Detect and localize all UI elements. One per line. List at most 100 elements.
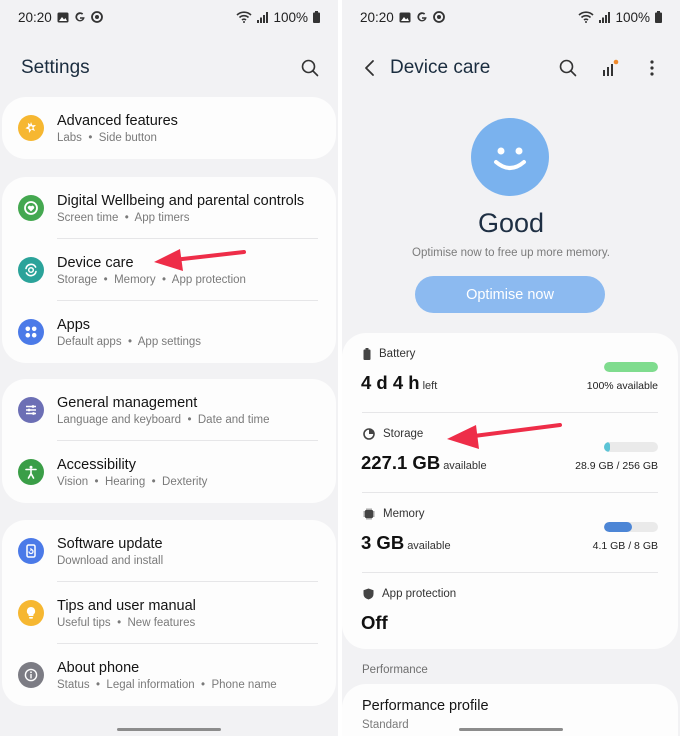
gallery-notification-icon — [399, 12, 411, 23]
app-protection-item[interactable]: App protection Off — [342, 573, 678, 653]
row-title: Apps — [57, 316, 91, 333]
wifi-icon — [236, 11, 253, 23]
memory-available: 3 GB — [361, 532, 405, 553]
signal-icon — [257, 11, 269, 23]
chart-bars-icon — [603, 59, 619, 76]
battery-percent: 100% — [615, 9, 650, 25]
row-subtitle: Storage • Memory • App protection — [57, 273, 246, 286]
smiley-status-icon — [471, 118, 549, 196]
settings-screen: 20:20 100% Settings Advanced features La… — [0, 0, 338, 736]
row-title: Device care — [57, 254, 134, 271]
row-title: Digital Wellbeing and parental controls — [57, 192, 305, 209]
memory-used-total: 4.1 GB / 8 GB — [592, 540, 658, 552]
info-icon — [18, 662, 44, 688]
storage-available: 227.1 GB — [361, 452, 441, 473]
gesture-bar[interactable] — [117, 728, 221, 731]
row-subtitle: Vision • Hearing • Dexterity — [57, 475, 208, 488]
memory-icon — [363, 508, 375, 520]
search-button[interactable] — [298, 56, 322, 80]
device-care-header: Device care — [342, 48, 680, 88]
settings-header: Settings — [0, 48, 338, 88]
storage-item[interactable]: Storage 227.1 GB available 28.9 GB / 256… — [342, 413, 678, 493]
google-notification-icon — [416, 11, 428, 23]
battery-icon — [363, 348, 371, 360]
battery-available: 100% available — [586, 380, 658, 392]
item-label: Storage — [383, 428, 424, 440]
gesture-bar[interactable] — [459, 728, 563, 731]
battery-percent: 100% — [273, 9, 308, 25]
settings-item-general-management[interactable]: General management Language and keyboard… — [2, 379, 336, 441]
status-bar: 20:20 100% — [342, 0, 680, 34]
more-options-button[interactable] — [640, 56, 664, 80]
settings-item-device-care[interactable]: Device care Storage • Memory • App prote… — [2, 239, 336, 301]
row-title: General management — [57, 394, 198, 411]
memory-progress-bar — [604, 522, 658, 532]
google-notification-icon — [74, 11, 86, 23]
row-title: Advanced features — [57, 112, 178, 129]
row-title: About phone — [57, 659, 140, 676]
battery-status-icon — [313, 11, 320, 23]
storage-progress-bar — [604, 442, 658, 452]
settings-item-accessibility[interactable]: Accessibility Vision • Hearing • Dexteri… — [2, 441, 336, 503]
optimise-now-button[interactable]: Optimise now — [415, 276, 605, 313]
search-button[interactable] — [556, 56, 580, 80]
diagnostics-button[interactable] — [598, 56, 622, 80]
status-time: 20:20 — [18, 9, 52, 25]
search-icon — [301, 59, 319, 77]
item-label: Memory — [383, 508, 425, 520]
section-label-performance: Performance — [362, 664, 428, 676]
row-subtitle: Standard — [362, 719, 409, 731]
row-subtitle: Status • Legal information • Phone name — [57, 678, 277, 691]
row-title: Software update — [57, 535, 163, 552]
storage-progress-fill — [604, 442, 611, 452]
more-vertical-icon — [650, 60, 654, 76]
bulb-icon — [18, 600, 44, 626]
row-title: Accessibility — [57, 456, 136, 473]
settings-item-apps[interactable]: Apps Default apps • App settings — [2, 301, 336, 363]
battery-remaining: 4 d 4 h — [361, 372, 420, 393]
settings-group-2: Digital Wellbeing and parental controls … — [2, 177, 336, 363]
row-subtitle: Default apps • App settings — [57, 335, 202, 348]
settings-item-tips[interactable]: Tips and user manual Useful tips • New f… — [2, 582, 336, 644]
settings-item-digital-wellbeing[interactable]: Digital Wellbeing and parental controls … — [2, 177, 336, 239]
storage-available-unit: available — [443, 460, 487, 472]
row-subtitle: Download and install — [57, 554, 164, 567]
optimise-hint: Optimise now to free up more memory. — [412, 247, 610, 259]
memory-progress-fill — [604, 522, 632, 532]
signal-icon — [599, 11, 611, 23]
battery-remaining-unit: left — [422, 380, 438, 392]
page-title: Settings — [21, 57, 90, 78]
row-subtitle: Useful tips • New features — [57, 616, 196, 629]
battery-progress-fill — [604, 362, 658, 372]
app-protection-status: Off — [361, 612, 388, 633]
device-care-icon — [18, 257, 44, 283]
row-subtitle: Screen time • App timers — [57, 211, 190, 224]
item-label: App protection — [382, 588, 457, 600]
row-title: Tips and user manual — [57, 597, 196, 614]
search-icon — [559, 59, 577, 77]
puzzle-icon — [18, 115, 44, 141]
wellbeing-icon — [18, 195, 44, 221]
back-button[interactable] — [358, 56, 382, 80]
settings-item-software-update[interactable]: Software update Download and install — [2, 520, 336, 582]
status-bar: 20:20 100% — [0, 0, 338, 34]
memory-item[interactable]: Memory 3 GB available 4.1 GB / 8 GB — [342, 493, 678, 573]
wifi-icon — [578, 11, 595, 23]
row-subtitle: Labs • Side button — [57, 131, 157, 144]
status-time: 20:20 — [360, 9, 394, 25]
settings-item-advanced-features[interactable]: Advanced features Labs • Side button — [2, 97, 336, 159]
device-care-screen: 20:20 100% Device care Good Optimise now… — [342, 0, 680, 736]
page-title: Device care — [390, 57, 491, 78]
battery-progress-bar — [604, 362, 658, 372]
battery-item[interactable]: Battery 4 d 4 h left 100% available — [342, 333, 678, 413]
sync-notification-icon — [432, 11, 445, 23]
sync-notification-icon — [90, 11, 103, 23]
back-arrow-icon — [365, 60, 374, 76]
settings-group-3: General management Language and keyboard… — [2, 379, 336, 503]
settings-item-about-phone[interactable]: About phone Status • Legal information •… — [2, 644, 336, 706]
battery-status-icon — [655, 11, 662, 23]
item-label: Battery — [379, 348, 416, 360]
settings-group-4: Software update Download and install Tip… — [2, 520, 336, 706]
row-title: Performance profile — [362, 698, 489, 714]
device-care-card: Battery 4 d 4 h left 100% available Stor… — [342, 333, 678, 649]
